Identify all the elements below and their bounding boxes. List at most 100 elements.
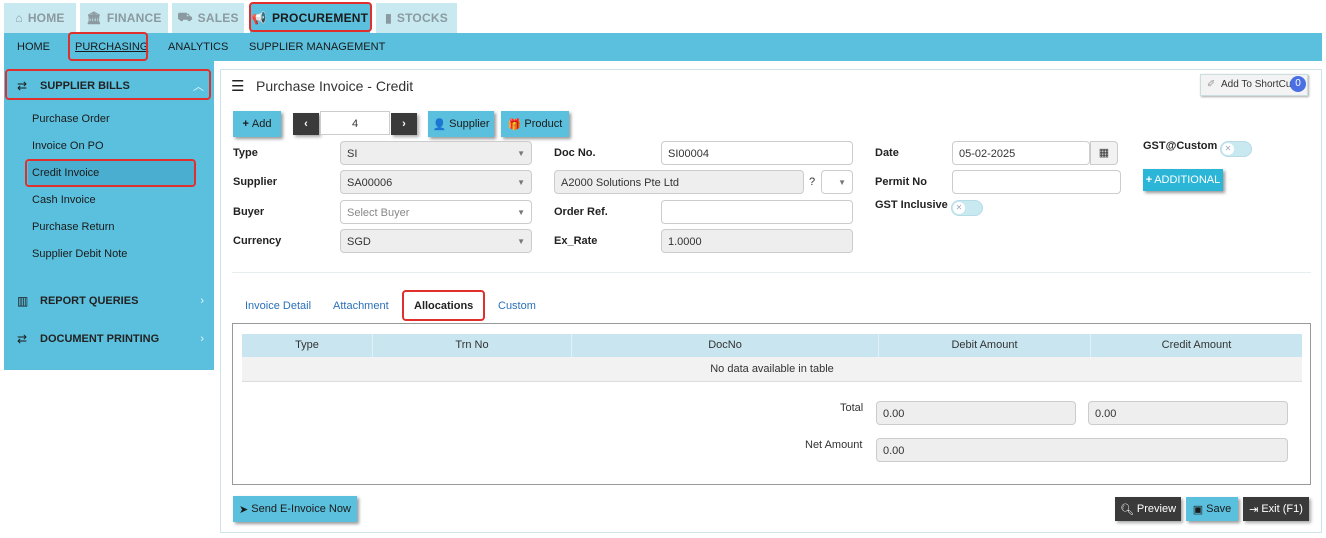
exit-button[interactable]: ⇥ Exit (F1) [1243, 497, 1309, 521]
subnav-analytics[interactable]: ANALYTICS [168, 33, 228, 61]
tab-invoice-detail[interactable]: Invoice Detail [245, 300, 311, 312]
nav-finance-label: FINANCE [106, 11, 162, 25]
bar-chart-icon: ▮ [385, 11, 392, 25]
nav-finance[interactable]: 🏛 FINANCE [80, 3, 168, 33]
calendar-icon[interactable]: ▦ [1090, 141, 1118, 165]
column-header-debit-amount[interactable]: Debit Amount [879, 334, 1091, 357]
permit-input[interactable] [952, 170, 1121, 194]
floppy-icon: ▣ [1192, 503, 1204, 516]
preview-label: Preview [1136, 503, 1177, 515]
preview-button[interactable]: 🔍︎ Preview [1115, 497, 1181, 521]
sidebar-item-purchase-return[interactable]: Purchase Return [32, 221, 115, 233]
supplier-button[interactable]: 👤 Supplier [428, 111, 494, 137]
subnav-purchasing[interactable]: PURCHASING [75, 33, 148, 61]
prev-record-button[interactable]: ‹ [293, 113, 319, 135]
add-button[interactable]: + Add [233, 111, 281, 137]
sub-nav: HOME PURCHASING ANALYTICS SUPPLIER MANAG… [4, 33, 1322, 61]
send-icon: ➤ [239, 503, 249, 516]
sidebar-item-cash-invoice[interactable]: Cash Invoice [32, 194, 96, 206]
tab-attachment[interactable]: Attachment [333, 300, 389, 312]
additional-button[interactable]: + ADDITIONAL [1143, 169, 1223, 191]
type-select[interactable]: SI ▼ [340, 141, 532, 165]
question-mark: ? [809, 176, 816, 188]
next-record-button[interactable]: › [391, 113, 417, 135]
currency-select[interactable]: SGD ▼ [340, 229, 532, 253]
record-number-input[interactable]: 4 [320, 111, 390, 135]
product-button[interactable]: 🎁 Product [501, 111, 569, 137]
product-button-label: Product [524, 118, 563, 130]
type-label: Type [233, 147, 258, 159]
shortcut-label: Add To ShortCut [1221, 79, 1295, 90]
gift-icon: 🎁 [507, 118, 522, 131]
caret-down-icon: ▼ [838, 178, 846, 187]
menu-icon[interactable]: ☰ [231, 77, 244, 95]
sidebar-item-invoice-on-po[interactable]: Invoice On PO [32, 140, 104, 152]
nav-stocks[interactable]: ▮ STOCKS [376, 3, 457, 33]
title-bar: ☰ Purchase Invoice - Credit ✐ Add To Sho… [221, 70, 1321, 102]
nav-sales[interactable]: ⛟ SALES [172, 3, 244, 33]
subnav-home[interactable]: HOME [17, 33, 50, 61]
add-label: Add [251, 118, 272, 130]
column-header-trn-no[interactable]: Trn No [373, 334, 572, 357]
caret-down-icon: ▼ [517, 149, 525, 158]
supplier-select[interactable]: SA00006 ▼ [340, 170, 532, 194]
save-button[interactable]: ▣ Save [1186, 497, 1238, 521]
net-amount-field: 0.00 [876, 438, 1288, 462]
search-icon: 🔍︎ [1119, 503, 1134, 516]
nav-procurement-label: PROCUREMENT [271, 11, 369, 25]
chevron-right-icon: › [200, 295, 204, 307]
sidebar-document-printing[interactable]: ⇄ DOCUMENT PRINTING › [4, 323, 214, 355]
currency-label: Currency [233, 235, 282, 247]
exrate-input[interactable]: 1.0000 [661, 229, 853, 253]
supplier-extra-select[interactable]: ▼ [821, 170, 853, 194]
total-debit-field: 0.00 [876, 401, 1076, 425]
nav-home[interactable]: ⌂ HOME [4, 3, 76, 33]
column-header-docno[interactable]: DocNo [572, 334, 879, 357]
order-ref-input[interactable] [661, 200, 853, 224]
sign-out-icon: ⇥ [1249, 503, 1259, 516]
sidebar-supplier-bills[interactable]: ⇄ SUPPLIER BILLS ︿ [4, 70, 214, 102]
table-divider [242, 381, 1302, 382]
supplier-name-field: A2000 Solutions Pte Ltd [554, 170, 804, 194]
chevron-right-icon: › [200, 333, 204, 345]
caret-down-icon: ▼ [517, 237, 525, 246]
nav-home-label: HOME [27, 11, 65, 25]
nav-procurement[interactable]: 📢 PROCUREMENT [250, 3, 370, 33]
sidebar-item-supplier-debit-note[interactable]: Supplier Debit Note [32, 248, 127, 260]
permit-label: Permit No [875, 176, 927, 188]
column-header-credit-amount[interactable]: Credit Amount [1091, 334, 1302, 357]
sidebar-item-credit-invoice[interactable]: Credit Invoice [32, 167, 99, 179]
exit-label: Exit (F1) [1261, 503, 1303, 515]
supplier-button-label: Supplier [449, 118, 490, 130]
tab-allocations[interactable]: Allocations [414, 300, 473, 312]
eraser-icon: ✐ [1207, 79, 1216, 90]
order-ref-label: Order Ref. [554, 206, 608, 218]
send-einvoice-button[interactable]: ➤ Send E-Invoice Now [233, 496, 357, 522]
gst-inclusive-toggle[interactable]: ✕ [951, 200, 983, 216]
column-header-type[interactable]: Type [242, 334, 373, 357]
docno-input[interactable]: SI00004 [661, 141, 853, 165]
buyer-select[interactable]: Select Buyer ▼ [340, 200, 532, 224]
type-value: SI [347, 148, 358, 160]
currency-value: SGD [347, 236, 371, 248]
sidebar-report-queries[interactable]: ▥ REPORT QUERIES › [4, 285, 214, 317]
sidebar-item-purchase-order[interactable]: Purchase Order [32, 113, 110, 125]
exchange-icon: ⇄ [17, 332, 28, 346]
send-einvoice-label: Send E-Invoice Now [251, 503, 351, 515]
buyer-label: Buyer [233, 206, 265, 218]
save-label: Save [1206, 503, 1232, 515]
main-panel: ☰ Purchase Invoice - Credit ✐ Add To Sho… [220, 69, 1322, 533]
buyer-placeholder: Select Buyer [347, 207, 410, 219]
bullhorn-icon: 📢 [251, 11, 267, 25]
chevron-left-icon: ‹ [304, 118, 308, 130]
chevron-right-icon: › [402, 118, 406, 130]
additional-label: ADDITIONAL [1154, 174, 1221, 186]
allocations-panel: Type Trn No DocNo Debit Amount Credit Am… [232, 323, 1311, 485]
date-input[interactable]: 05-02-2025 [952, 141, 1090, 165]
home-icon: ⌂ [15, 11, 23, 25]
tab-custom[interactable]: Custom [498, 300, 536, 312]
total-credit-field: 0.00 [1088, 401, 1288, 425]
toggle-off-icon: ✕ [953, 202, 965, 214]
subnav-supplier-management[interactable]: SUPPLIER MANAGEMENT [249, 33, 385, 61]
gst-custom-toggle[interactable]: ✕ [1220, 141, 1252, 157]
